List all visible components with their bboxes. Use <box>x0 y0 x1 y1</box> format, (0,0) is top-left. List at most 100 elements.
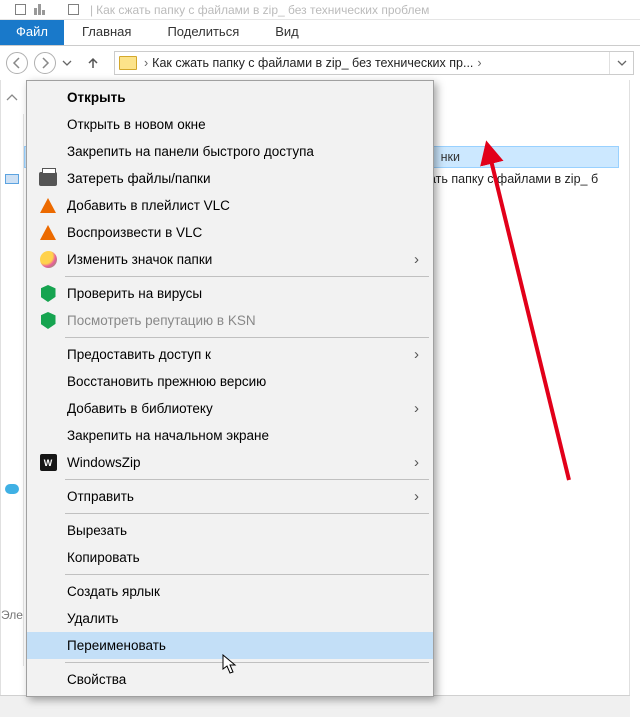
menu-item-label: Удалить <box>67 611 419 626</box>
wz-icon: W <box>37 452 59 474</box>
menu-separator <box>65 479 429 480</box>
menu-item-label: Предоставить доступ к <box>67 347 414 362</box>
menu-item-label: Закрепить на панели быстрого доступа <box>67 144 419 159</box>
menu-item[interactable]: Удалить <box>27 605 433 632</box>
menu-item[interactable]: Открыть в новом окне <box>27 111 433 138</box>
menu-item-label: Вырезать <box>67 523 419 538</box>
menu-item-label: Закрепить на начальном экране <box>67 428 419 443</box>
menu-item-label: Переименовать <box>67 638 419 653</box>
window-control-icon <box>15 4 26 15</box>
chevron-right-icon: › <box>414 454 419 471</box>
menu-item[interactable]: Предоставить доступ к› <box>27 341 433 368</box>
quick-access-icon <box>34 4 45 15</box>
chevron-right-icon: › <box>414 400 419 417</box>
menu-item[interactable]: Воспроизвести в VLC <box>27 219 433 246</box>
menu-item[interactable]: Проверить на вирусы <box>27 280 433 307</box>
folder-icon <box>119 56 137 70</box>
menu-icon-empty <box>37 425 59 447</box>
menu-icon-empty <box>37 608 59 630</box>
address-dropdown-icon[interactable] <box>609 52 633 74</box>
menu-separator <box>65 337 429 338</box>
list-item[interactable]: ать папку с файлами в zip_ б <box>429 172 619 186</box>
menu-item-label: Воспроизвести в VLC <box>67 225 419 240</box>
breadcrumb-sep: › <box>473 56 485 70</box>
menu-item-label: Посмотреть репутацию в KSN <box>67 313 419 328</box>
menu-item[interactable]: Восстановить прежнюю версию <box>27 368 433 395</box>
menu-item[interactable]: Добавить в библиотеку› <box>27 395 433 422</box>
menu-icon-empty <box>37 635 59 657</box>
vlc-icon <box>37 222 59 244</box>
menu-icon-empty <box>37 141 59 163</box>
column-header-fragment: нки <box>441 150 460 164</box>
ribbon-tab-share[interactable]: Поделиться <box>149 20 257 45</box>
menu-item[interactable]: Закрепить на начальном экране <box>27 422 433 449</box>
menu-item-label: Восстановить прежнюю версию <box>67 374 419 389</box>
address-bar[interactable]: › Как сжать папку с файлами в zip_ без т… <box>114 51 634 75</box>
kasp-icon <box>37 283 59 305</box>
menu-item[interactable]: Переименовать <box>27 632 433 659</box>
onedrive-icon <box>5 484 19 494</box>
vlc-icon <box>37 195 59 217</box>
menu-item[interactable]: Затереть файлы/папки <box>27 165 433 192</box>
up-button[interactable] <box>82 52 104 74</box>
nav-pane: Эле <box>1 80 23 716</box>
menu-icon-empty <box>37 581 59 603</box>
menu-item[interactable]: Вырезать <box>27 517 433 544</box>
menu-icon-empty <box>37 398 59 420</box>
menu-item-label: Проверить на вирусы <box>67 286 419 301</box>
forward-button[interactable] <box>34 52 56 74</box>
menu-icon-empty <box>37 344 59 366</box>
list-item-name: ать папку с файлами в zip_ б <box>429 172 598 186</box>
menu-item: Посмотреть репутацию в KSN <box>27 307 433 334</box>
ribbon: Файл Главная Поделиться Вид <box>0 20 640 46</box>
menu-item[interactable]: W WindowsZip› <box>27 449 433 476</box>
history-dropdown-icon[interactable] <box>62 60 72 67</box>
menu-item-label: Отправить <box>67 489 414 504</box>
menu-item[interactable]: Добавить в плейлист VLC <box>27 192 433 219</box>
menu-item[interactable]: Копировать <box>27 544 433 571</box>
breadcrumb-sep: › <box>140 56 152 70</box>
window-titlebar: | Как сжать папку с файлами в zip_ без т… <box>0 0 640 20</box>
menu-separator <box>65 513 429 514</box>
chevron-right-icon: › <box>414 346 419 363</box>
chevron-up-icon[interactable] <box>6 90 18 105</box>
back-button[interactable] <box>6 52 28 74</box>
window-title: Как сжать папку с файлами в zip_ без тех… <box>96 3 429 17</box>
menu-item-label: Добавить в библиотеку <box>67 401 414 416</box>
menu-item-label: Свойства <box>67 672 419 687</box>
ribbon-tab-view[interactable]: Вид <box>257 20 317 45</box>
menu-icon-empty <box>37 669 59 691</box>
chevron-right-icon: › <box>414 251 419 268</box>
menu-item[interactable]: Открыть <box>27 84 433 111</box>
menu-item[interactable]: Отправить› <box>27 483 433 510</box>
menu-icon-empty <box>37 114 59 136</box>
chevron-right-icon: › <box>414 488 419 505</box>
nav-item-icon <box>5 174 19 184</box>
kasp-icon <box>37 310 59 332</box>
ribbon-file-tab[interactable]: Файл <box>0 20 64 45</box>
printer-icon <box>37 168 59 190</box>
menu-item[interactable]: Закрепить на панели быстрого доступа <box>27 138 433 165</box>
menu-separator <box>65 276 429 277</box>
menu-item-label: WindowsZip <box>67 455 414 470</box>
menu-item-label: Копировать <box>67 550 419 565</box>
menu-icon-empty <box>37 547 59 569</box>
nav-group-label: Эле <box>1 608 23 622</box>
menu-icon-empty <box>37 371 59 393</box>
context-menu: Открыть Открыть в новом окне Закрепить на … <box>26 80 434 697</box>
menu-separator <box>65 574 429 575</box>
ribbon-tab-home[interactable]: Главная <box>64 20 149 45</box>
menu-item-label: Создать ярлык <box>67 584 419 599</box>
fico-icon <box>37 249 59 271</box>
menu-item[interactable]: Создать ярлык <box>27 578 433 605</box>
menu-item-label: Открыть в новом окне <box>67 117 419 132</box>
status-bar <box>0 695 630 717</box>
breadcrumb-item[interactable]: Как сжать папку с файлами в zip_ без тех… <box>152 56 473 70</box>
menu-item-label: Изменить значок папки <box>67 252 414 267</box>
window-layout-icon <box>68 4 79 15</box>
menu-item[interactable]: Свойства <box>27 666 433 693</box>
menu-item[interactable]: Изменить значок папки› <box>27 246 433 273</box>
titlebar-sep: | <box>90 3 93 17</box>
menu-icon-empty <box>37 520 59 542</box>
address-row: › Как сжать папку с файлами в zip_ без т… <box>0 46 640 80</box>
